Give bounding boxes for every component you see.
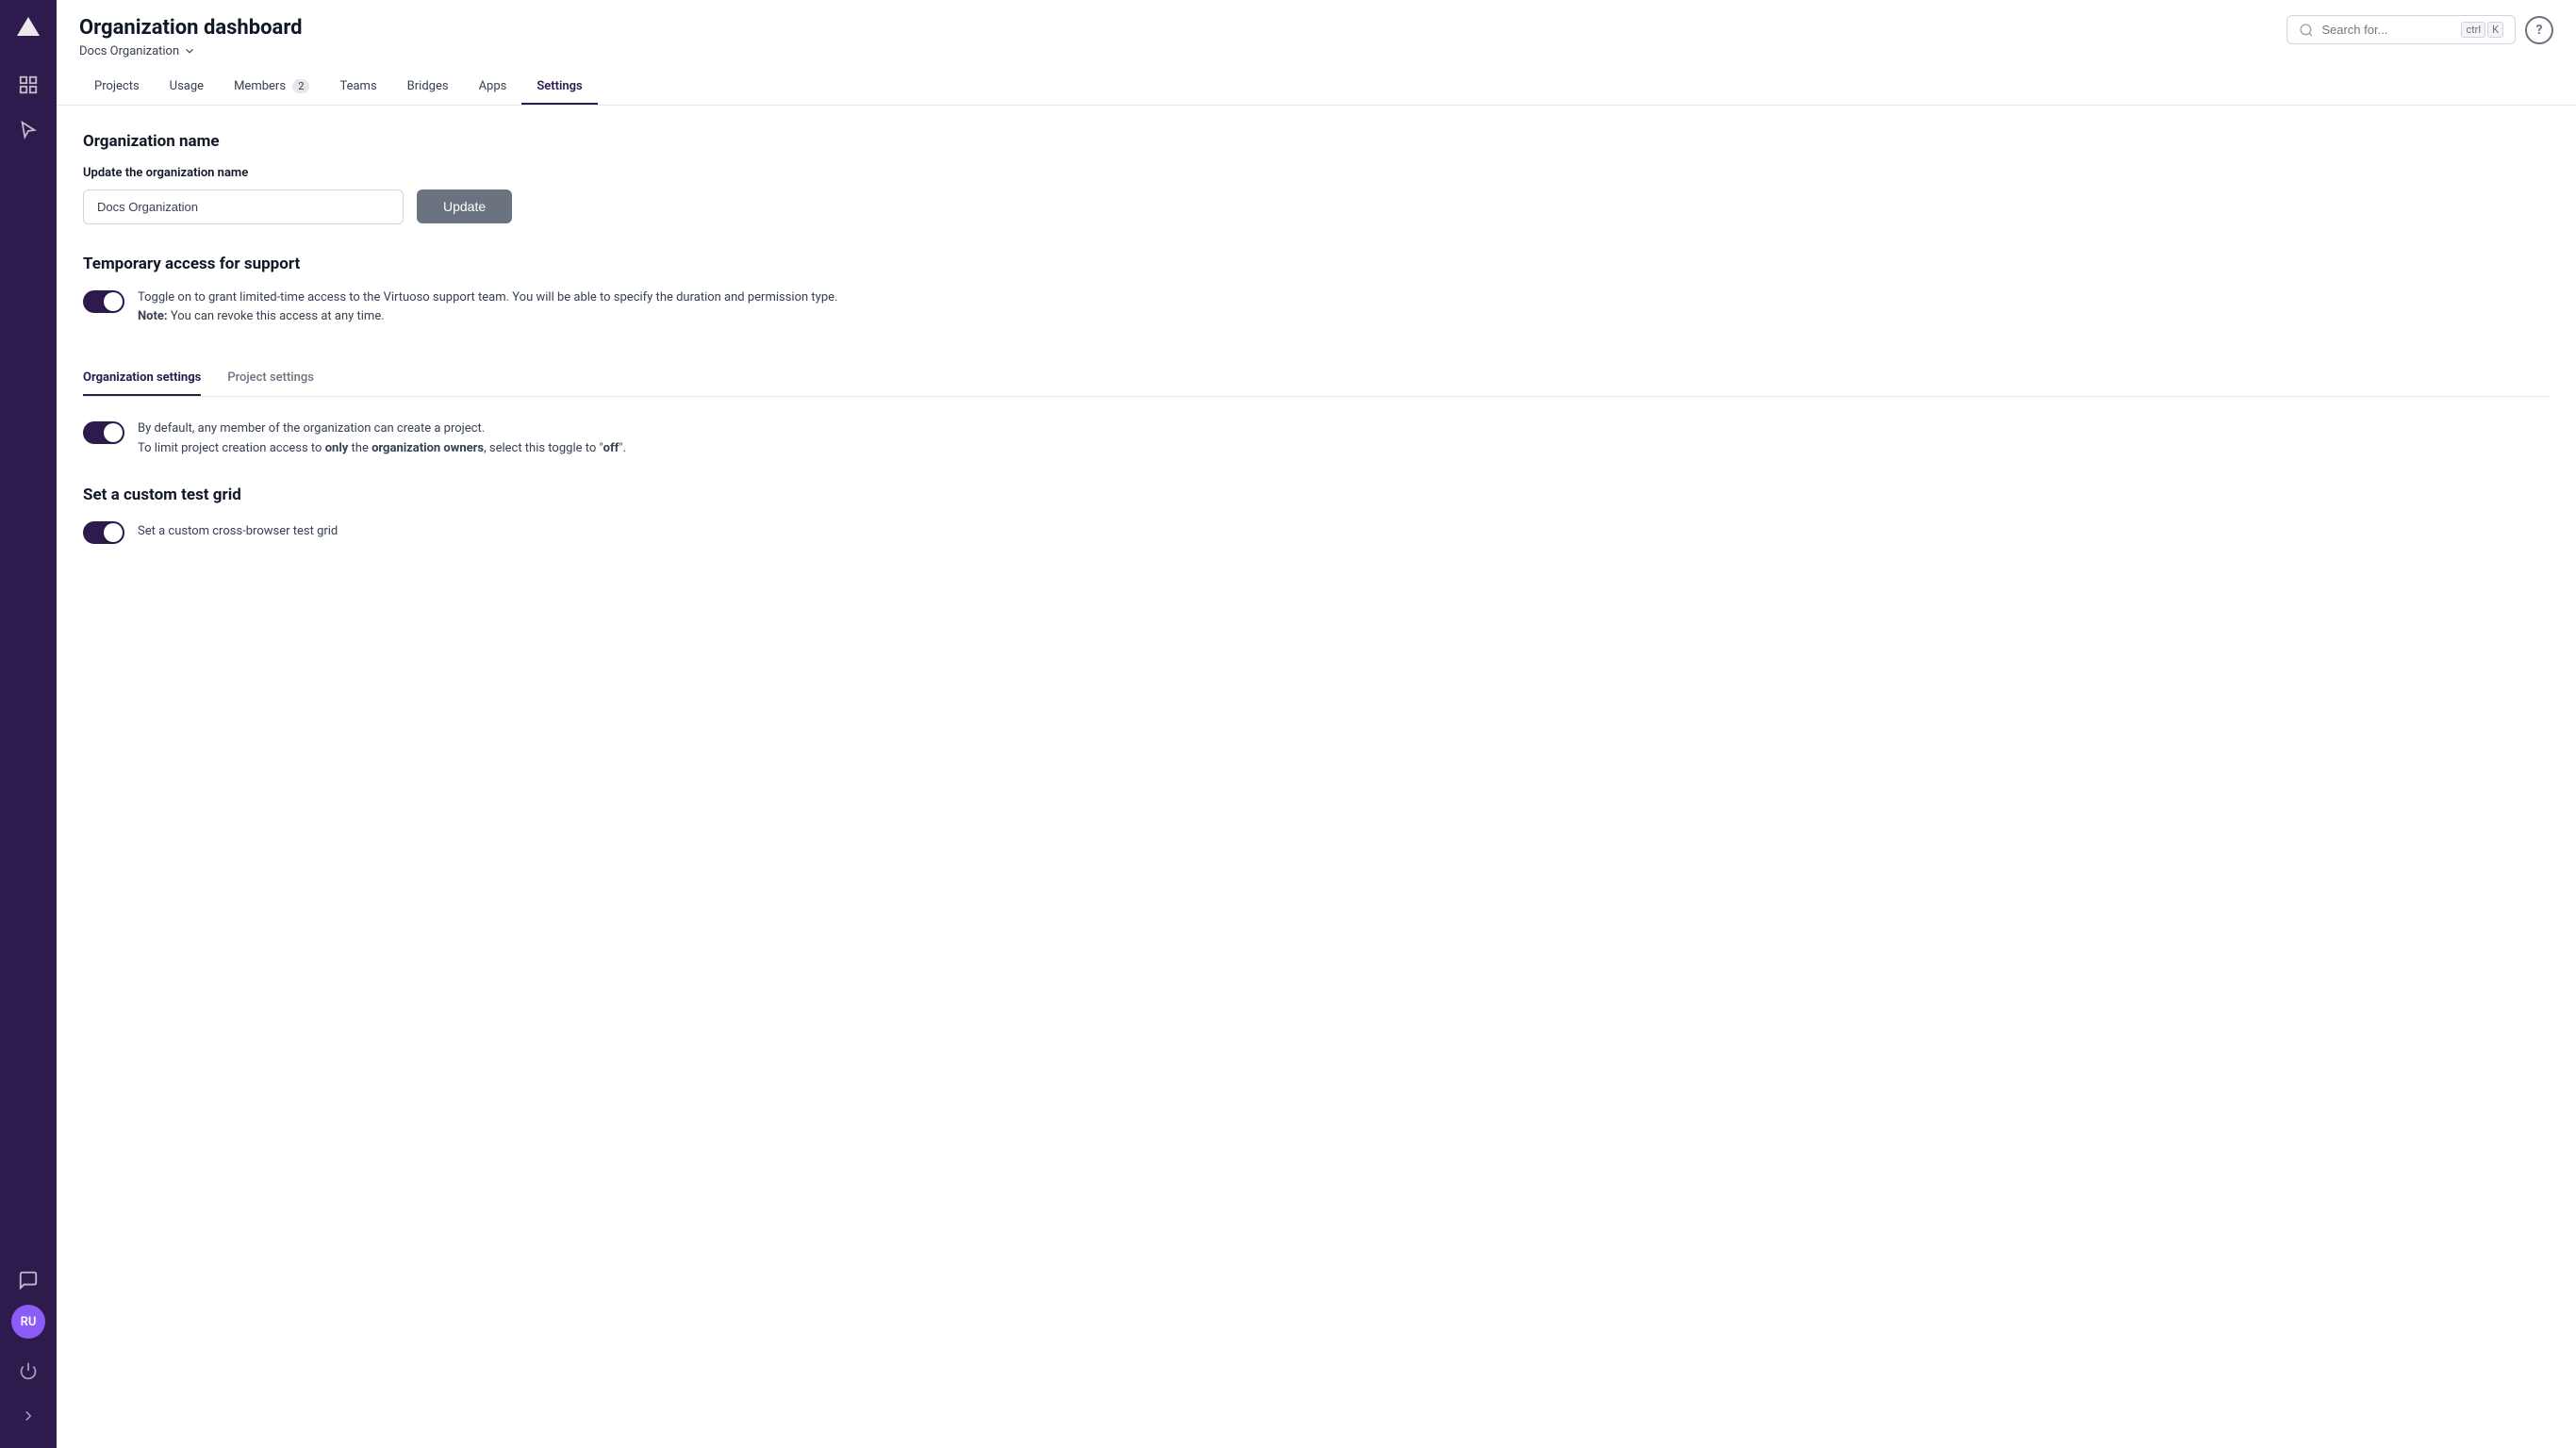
ctrl-key: ctrl [2461,22,2485,38]
toggle-track [83,290,124,313]
project-desc-mid: the [348,441,372,455]
project-desc-owners: organization owners [372,441,484,455]
toggle-thumb [104,292,123,311]
tab-settings[interactable]: Settings [521,70,597,105]
temp-access-section: Temporary access for support Toggle on t… [83,255,2550,328]
project-desc-end: ". [619,441,626,455]
temp-access-note-rest: You can revoke this access at any time. [171,309,385,323]
toggle-thumb-3 [104,523,123,542]
toggle-track-3 [83,521,124,544]
temp-access-desc-line1: Toggle on to grant limited-time access t… [138,290,837,304]
temp-access-title: Temporary access for support [83,255,2550,273]
main-tabs: Projects Usage Members 2 Teams Bridges A… [79,70,2553,105]
temp-access-toggle[interactable] [83,290,124,313]
search-kbd: ctrl K [2461,22,2503,38]
project-creation-toggle[interactable] [83,421,124,444]
project-desc-line1: By default, any member of the organizati… [138,421,485,436]
custom-grid-toggle[interactable] [83,521,124,544]
header-title-group: Organization dashboard Docs Organization [79,15,303,58]
project-desc-suffix: , select this toggle to " [484,441,603,455]
temp-access-toggle-row: Toggle on to grant limited-time access t… [83,288,2550,328]
project-creation-desc: By default, any member of the organizati… [138,420,626,459]
expand-icon[interactable] [8,1395,49,1437]
tab-apps[interactable]: Apps [464,70,522,105]
members-badge: 2 [292,79,309,93]
temp-access-note-bold: Note: [138,309,168,323]
header-actions: ctrl K ? [2287,15,2553,44]
chevron-down-icon [183,44,196,58]
page-title: Organization dashboard [79,15,303,42]
org-name-input[interactable] [83,189,404,224]
custom-grid-toggle-row: Set a custom cross-browser test grid [83,519,2550,544]
tab-projects[interactable]: Projects [79,70,155,105]
header: Organization dashboard Docs Organization… [57,0,2576,106]
project-creation-row: By default, any member of the organizati… [83,420,2550,459]
update-button[interactable]: Update [417,189,512,223]
cursor-icon[interactable] [8,109,49,151]
project-settings-tab[interactable]: Project settings [227,361,314,396]
tab-usage[interactable]: Usage [155,70,219,105]
settings-subtabs: Organization settings Project settings [83,361,2550,397]
power-icon[interactable] [8,1350,49,1391]
toggle-thumb-2 [104,423,123,442]
grid-icon[interactable] [8,64,49,106]
org-name-label: Docs Organization [79,44,179,58]
org-subtitle[interactable]: Docs Organization [79,44,303,58]
settings-content: Organization name Update the organizatio… [57,106,2576,1448]
avatar[interactable]: RU [11,1305,45,1339]
k-key: K [2487,22,2503,38]
search-bar[interactable]: ctrl K [2287,15,2516,44]
org-settings-tab[interactable]: Organization settings [83,361,201,396]
help-button[interactable]: ? [2525,16,2553,44]
main-content: Organization dashboard Docs Organization… [57,0,2576,1448]
custom-grid-section: Set a custom test grid Set a custom cros… [83,485,2550,544]
project-desc-prefix: To limit project creation access to [138,441,325,455]
search-input[interactable] [2321,23,2453,37]
project-desc-off: off [603,441,619,455]
org-name-section-title: Organization name [83,132,2550,151]
search-icon [2299,23,2314,38]
org-name-input-row: Update [83,189,2550,224]
temp-access-desc: Toggle on to grant limited-time access t… [138,288,837,328]
tab-bridges[interactable]: Bridges [392,70,464,105]
custom-grid-title: Set a custom test grid [83,485,2550,504]
tab-members[interactable]: Members 2 [219,70,324,105]
sidebar: RU [0,0,57,1448]
custom-grid-label: Set a custom cross-browser test grid [138,524,338,538]
org-name-field-label: Update the organization name [83,166,2550,180]
project-desc-only: only [325,441,349,455]
chat-icon[interactable] [8,1259,49,1301]
sidebar-logo[interactable] [11,11,45,45]
tab-teams[interactable]: Teams [324,70,391,105]
toggle-track-2 [83,421,124,444]
